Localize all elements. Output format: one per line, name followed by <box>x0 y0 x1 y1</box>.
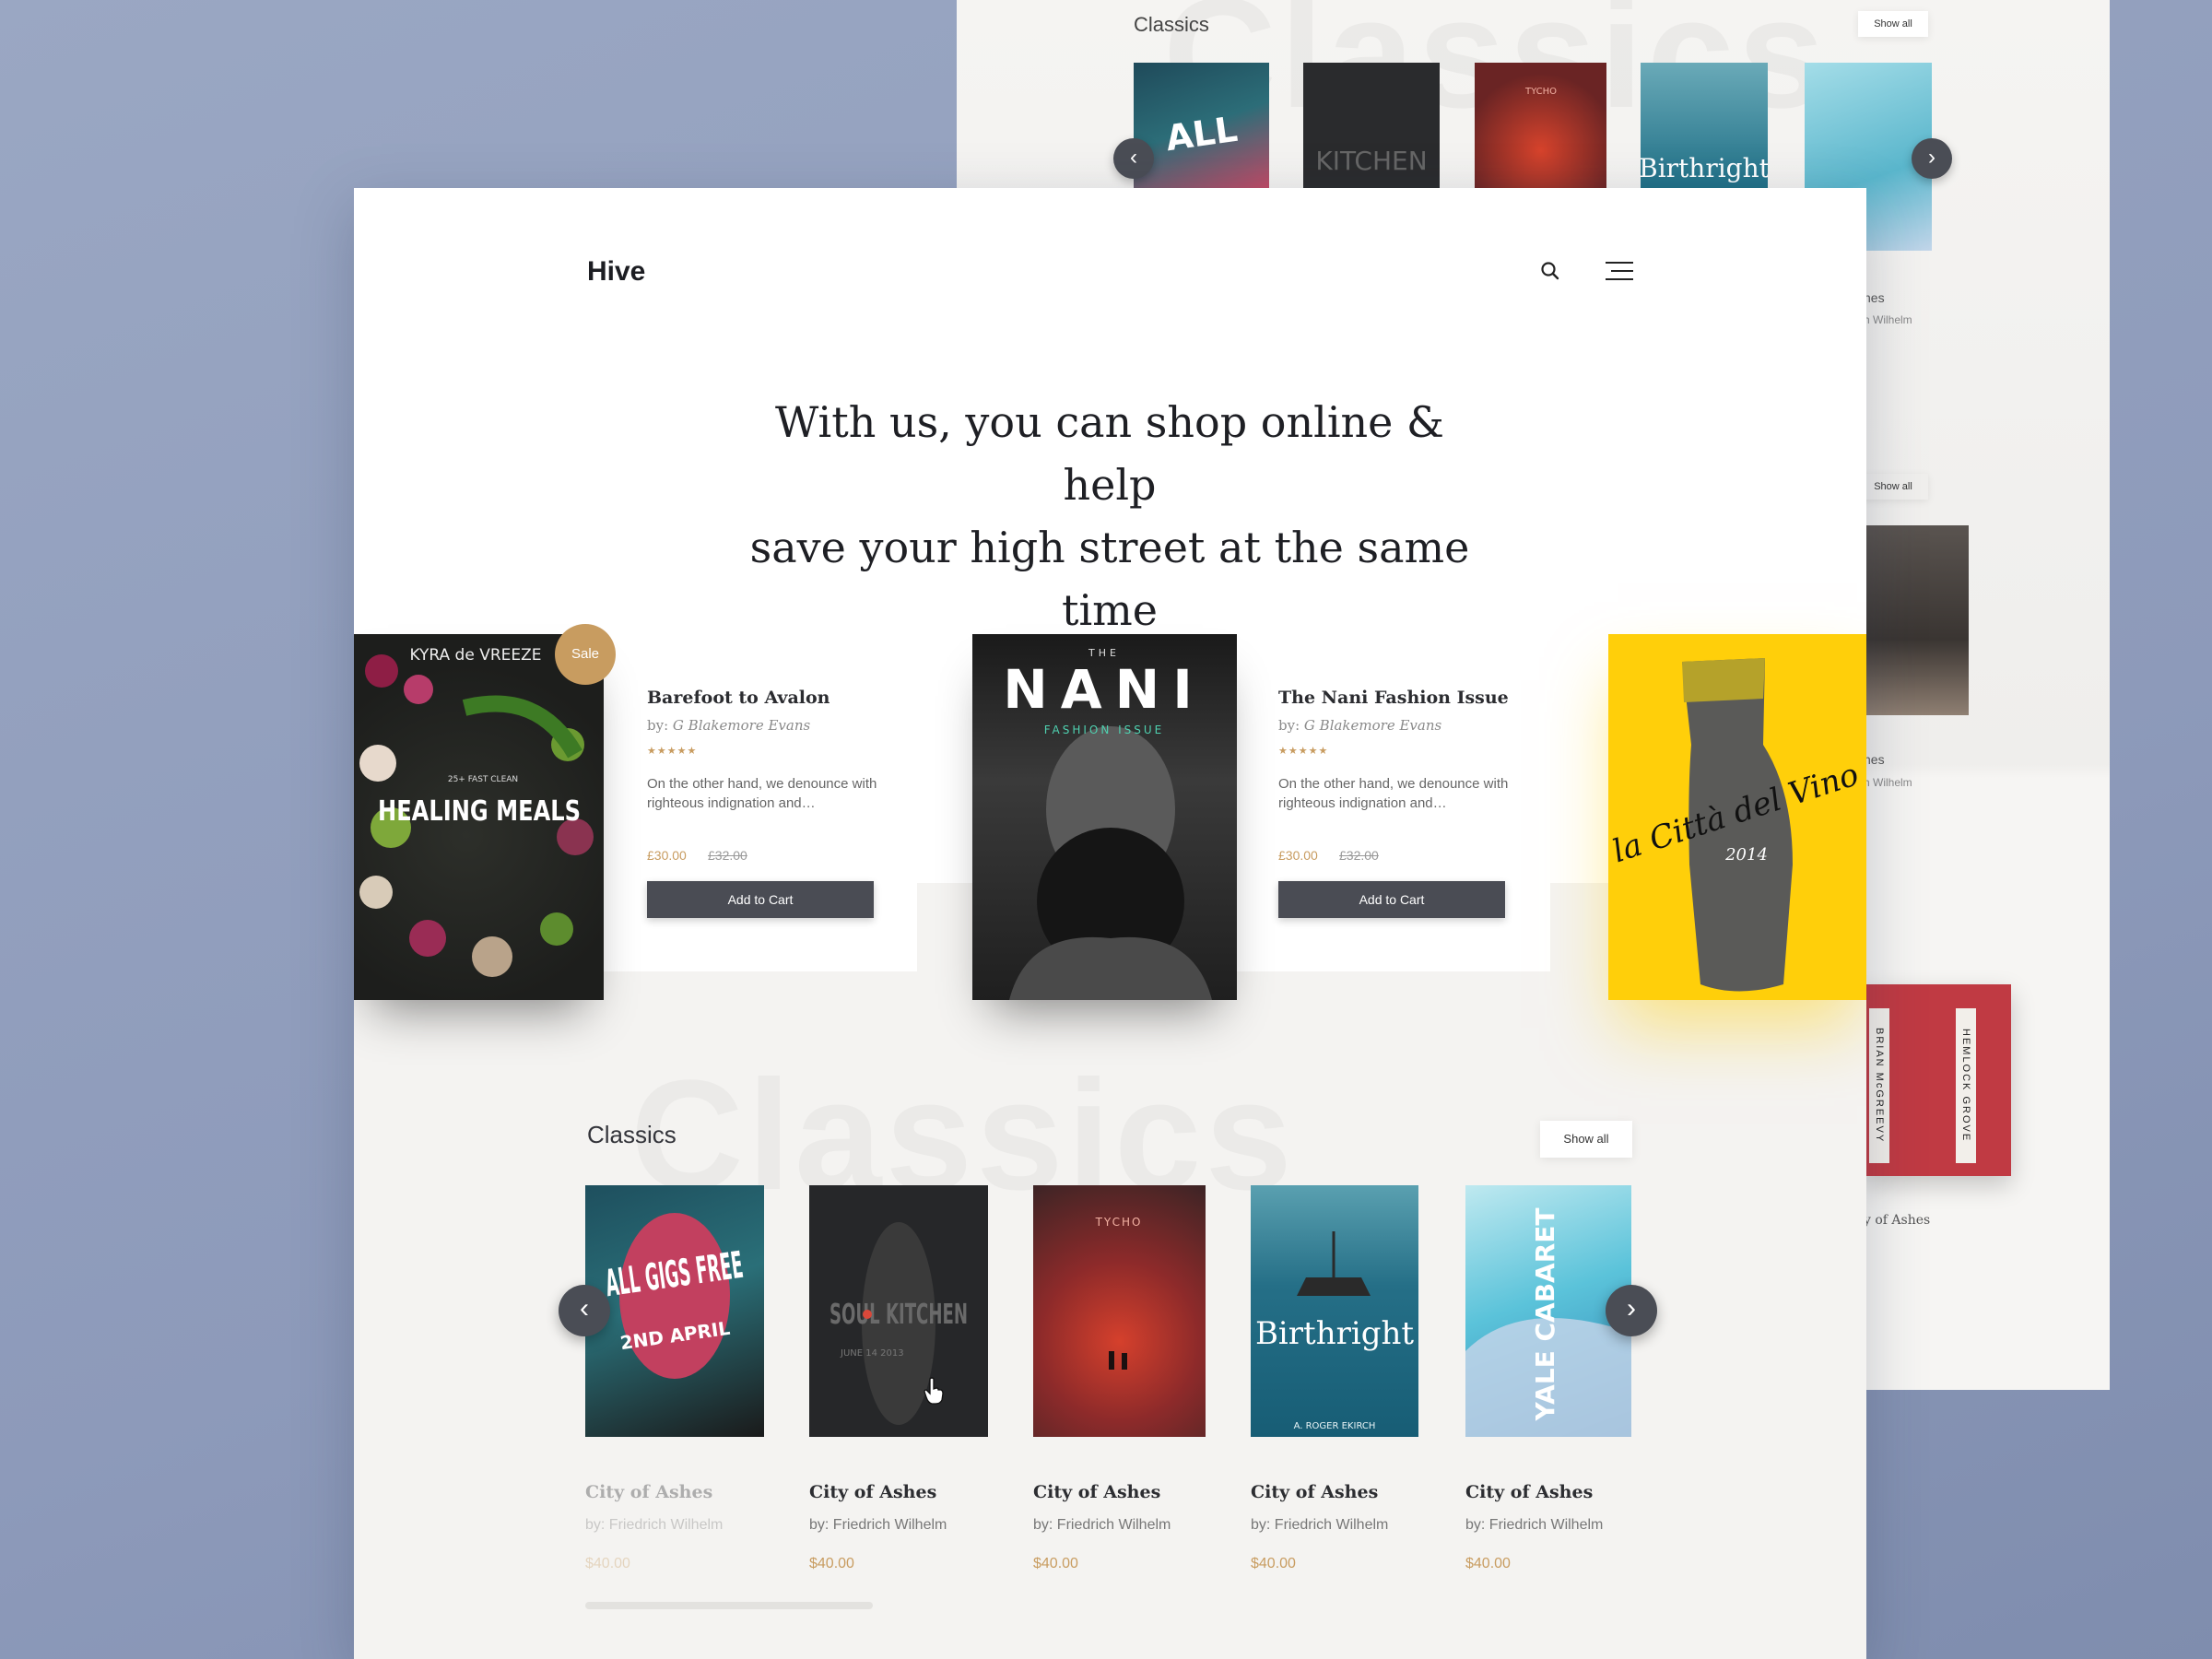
birthright-cover-author: A. ROGER EKIRCH <box>1294 1421 1376 1431</box>
nani-cover-sub: FASHION ISSUE <box>1044 724 1165 736</box>
book-price-2: $40.00 <box>809 1556 854 1571</box>
featured-cover-healing-meals[interactable]: KYRA de VREEZE 25+ FAST CLEAN HEALING ME… <box>354 634 604 1000</box>
featured-2-author-name: G Blakemore Evans <box>1303 717 1442 734</box>
book-cover-all-gigs-free[interactable]: ALL GIGS FREE 2ND APRIL <box>585 1185 764 1437</box>
hamburger-menu-icon[interactable] <box>1606 262 1633 282</box>
hero-line-2: save your high street at the same time <box>749 523 1470 635</box>
add-to-cart-button-2[interactable]: Add to Cart <box>1278 881 1505 918</box>
featured-2-by-label: by: <box>1278 717 1300 734</box>
svg-text:ALL: ALL <box>1163 109 1240 159</box>
featured-2-price: £30.00 <box>1278 848 1318 863</box>
book-price-3: $40.00 <box>1033 1556 1078 1571</box>
birthright-cover-title: Birthright <box>1255 1315 1414 1352</box>
bg-book-cover-tycho[interactable]: TYCHO <box>1475 63 1606 188</box>
search-icon[interactable] <box>1539 260 1561 282</box>
main-window: Hive With us, you can shop online & help… <box>354 188 1866 1659</box>
svg-text:Birthright: Birthright <box>1641 153 1768 183</box>
book-title-3[interactable]: City of Ashes <box>1033 1482 1160 1502</box>
soul-kitchen-cover-title: SOUL KITCHEN <box>830 1299 968 1331</box>
featured-1-author: by: G Blakemore Evans <box>647 717 810 734</box>
book-cover-tycho[interactable]: TYCHO <box>1033 1185 1206 1437</box>
book-title-5[interactable]: City of Ashes <box>1465 1482 1593 1502</box>
bg-book-author: h Wilhelm <box>1864 313 1912 326</box>
featured-cover-citta-del-vino[interactable]: la Città del Vino 2014 <box>1608 634 1866 1000</box>
nani-cover-title: NANI <box>1003 658 1206 721</box>
book-author-1: by: Friedrich Wilhelm <box>585 1517 724 1533</box>
featured-1-price: £30.00 <box>647 848 687 863</box>
bg-show-all-button-2[interactable]: Show all <box>1858 474 1928 500</box>
bg-book-author-2: h Wilhelm <box>1864 776 1912 789</box>
hemlock-author-spine: BRIAN McGREEVY <box>1869 1008 1889 1163</box>
bg-book-title: hes <box>1864 290 1885 305</box>
svg-text:KITCHEN: KITCHEN <box>1315 146 1427 176</box>
bg-book-title-3: y of Ashes <box>1864 1213 1931 1228</box>
hemlock-title-spine: HEMLOCK GROVE <box>1956 1008 1976 1163</box>
bg-book-title-2: hes <box>1864 752 1885 767</box>
tycho-cover-title: TYCHO <box>1095 1216 1143 1229</box>
hero-line-1: With us, you can shop online & help <box>775 397 1444 510</box>
book-author-4: by: Friedrich Wilhelm <box>1251 1517 1389 1533</box>
classics-heading: Classics <box>587 1121 677 1148</box>
bg-carousel-prev-button[interactable]: ‹ <box>1113 138 1154 179</box>
book-price-5: $40.00 <box>1465 1556 1511 1571</box>
svg-text:TYCHO: TYCHO <box>1524 87 1557 97</box>
book-title-1[interactable]: City of Ashes <box>585 1482 712 1502</box>
featured-2-old-price: £32.00 <box>1339 848 1379 863</box>
vino-cover-year: 2014 <box>1724 845 1768 865</box>
healing-cover-tagline: 25+ FAST CLEAN <box>448 775 518 784</box>
featured-1-description: On the other hand, we denounce with righ… <box>647 776 877 811</box>
book-title-2[interactable]: City of Ashes <box>809 1482 936 1502</box>
bg-carousel-next-button[interactable]: › <box>1912 138 1952 179</box>
book-cover-soul-kitchen[interactable]: SOUL KITCHEN JUNE 14 2013 <box>809 1185 988 1437</box>
featured-1-rating-stars: ★★★★★ <box>647 746 698 757</box>
book-cover-birthright[interactable]: Birthright A. ROGER EKIRCH <box>1251 1185 1418 1437</box>
book-price-1: $40.00 <box>585 1556 630 1571</box>
featured-cover-nani[interactable]: THE NANI FASHION ISSUE <box>972 634 1237 1000</box>
bg-book-cover-dust[interactable] <box>1860 525 1969 715</box>
bg-book-cover-all-gigs[interactable]: ALL <box>1134 63 1269 188</box>
show-all-button[interactable]: Show all <box>1540 1121 1632 1158</box>
hand-cursor-icon <box>924 1377 944 1405</box>
yale-cover-title: YALE CABARET <box>1530 1208 1560 1422</box>
soul-kitchen-cover-date: JUNE 14 2013 <box>840 1348 904 1359</box>
featured-2-author: by: G Blakemore Evans <box>1278 717 1441 734</box>
hero-headline: With us, you can shop online & help save… <box>741 391 1478 641</box>
bg-book-cover-soul-kitchen[interactable]: KITCHEN <box>1303 63 1440 188</box>
book-author-2: by: Friedrich Wilhelm <box>809 1517 947 1533</box>
book-price-4: $40.00 <box>1251 1556 1296 1571</box>
book-title-4[interactable]: City of Ashes <box>1251 1482 1378 1502</box>
brand-logo[interactable]: Hive <box>587 256 645 288</box>
add-to-cart-button-1[interactable]: Add to Cart <box>647 881 874 918</box>
carousel-next-button[interactable]: › <box>1606 1285 1657 1336</box>
carousel-scrollbar[interactable] <box>585 1602 873 1609</box>
featured-1-author-name: G Blakemore Evans <box>672 717 811 734</box>
bg-show-all-button[interactable]: Show all <box>1858 11 1928 37</box>
featured-2-description: On the other hand, we denounce with righ… <box>1278 776 1509 811</box>
healing-cover-title: HEALING MEALS <box>378 795 581 828</box>
featured-1-by-label: by: <box>647 717 669 734</box>
featured-2-title[interactable]: The Nani Fashion Issue <box>1278 688 1509 708</box>
bg-book-cover-hemlock-grove[interactable]: BRIAN McGREEVY HEMLOCK GROVE <box>1864 984 2011 1176</box>
featured-2-rating-stars: ★★★★★ <box>1278 746 1329 757</box>
book-author-5: by: Friedrich Wilhelm <box>1465 1517 1604 1533</box>
carousel-prev-button[interactable]: ‹ <box>559 1285 610 1336</box>
sale-badge: Sale <box>555 624 616 685</box>
featured-1-title[interactable]: Barefoot to Avalon <box>647 688 830 708</box>
healing-cover-author: KYRA de VREEZE <box>409 646 541 665</box>
book-author-3: by: Friedrich Wilhelm <box>1033 1517 1171 1533</box>
bg-section-heading: Classics <box>1134 13 1209 36</box>
bg-book-cover-birthright[interactable]: Birthright <box>1641 63 1768 188</box>
featured-1-old-price: £32.00 <box>708 848 747 863</box>
